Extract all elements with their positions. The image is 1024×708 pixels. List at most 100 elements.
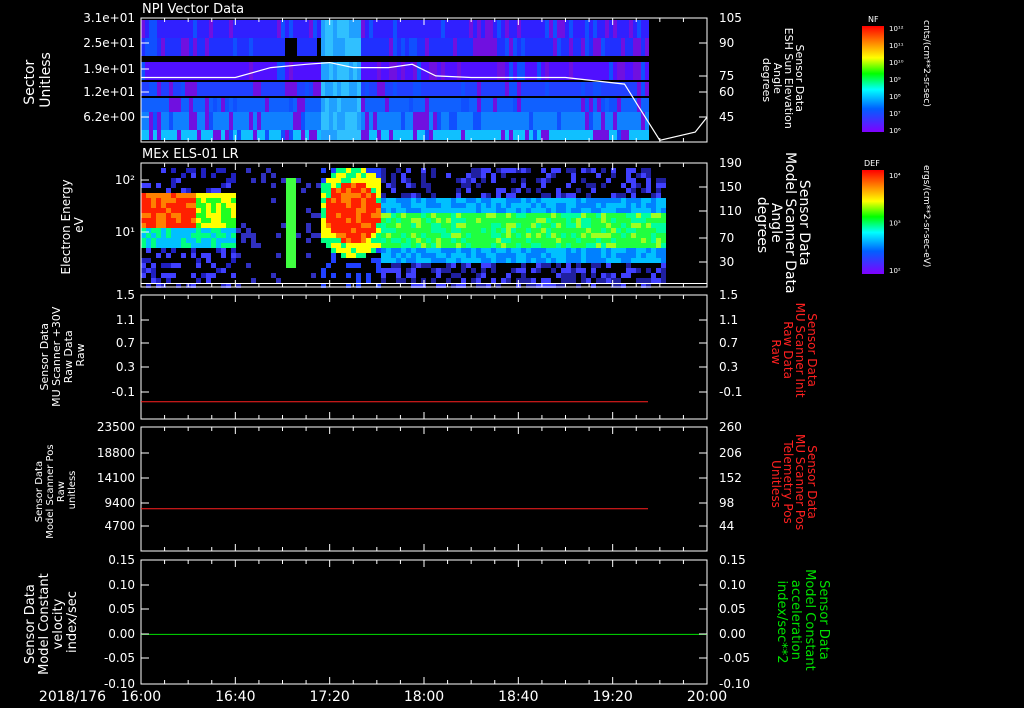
spectrogram-cell xyxy=(476,243,481,248)
spectrogram-cell xyxy=(631,233,636,238)
spectrogram-cell xyxy=(336,183,341,188)
spectrogram-cell xyxy=(331,258,336,263)
spectrogram-cell xyxy=(556,188,561,193)
spectrogram-cell xyxy=(391,238,396,243)
spectrogram-cell xyxy=(341,168,346,173)
colorbar-gradient xyxy=(862,26,884,132)
spectrogram-cell xyxy=(389,62,393,80)
spectrogram-cell xyxy=(531,213,536,218)
spectrogram-cell xyxy=(641,62,645,80)
spectrogram-cell xyxy=(429,130,433,140)
spectrogram-cell xyxy=(331,253,336,258)
spectrogram-cell xyxy=(571,218,576,223)
spectrogram-cell xyxy=(511,268,516,273)
spectrogram-cell xyxy=(526,208,531,213)
spectrogram-cell xyxy=(241,112,245,130)
spectrogram-cell xyxy=(436,213,441,218)
spectrogram-cell xyxy=(591,243,596,248)
spectrogram-cell xyxy=(581,223,586,228)
spectrogram-cell xyxy=(576,238,581,243)
spectrogram-cell xyxy=(661,263,666,268)
spectrogram-cell xyxy=(216,223,221,228)
spectrogram-cell xyxy=(431,218,436,223)
spectrogram-cell xyxy=(473,98,477,112)
spectrogram-cell xyxy=(336,203,341,208)
spectrogram-cell xyxy=(357,112,361,130)
spectrogram-cell xyxy=(366,228,371,233)
spectrogram-cell xyxy=(611,198,616,203)
spectrogram-cell xyxy=(641,233,646,238)
spectrogram-cell xyxy=(151,218,156,223)
spectrogram-cell xyxy=(141,208,146,213)
spectrogram-cell xyxy=(356,248,361,253)
spectrogram-cell xyxy=(381,178,386,183)
spectrogram-cell xyxy=(351,248,356,253)
spectrogram-cell xyxy=(561,130,565,140)
spectrogram-cell xyxy=(311,233,316,238)
spectrogram-cell xyxy=(293,130,297,140)
spectrogram-cell xyxy=(231,233,236,238)
spectrogram-cell xyxy=(385,20,389,38)
spectrogram-cell xyxy=(449,38,453,56)
spectrogram-cell xyxy=(497,130,501,140)
spectrogram-cell xyxy=(446,258,451,263)
spectrogram-cell xyxy=(356,188,361,193)
spectrogram-cell xyxy=(386,258,391,263)
spectrogram-cell xyxy=(386,228,391,233)
spectrogram-cell xyxy=(221,198,226,203)
spectrogram-cell xyxy=(366,203,371,208)
spectrogram-cell xyxy=(369,82,373,96)
spectrogram-cell xyxy=(345,38,349,56)
spectrogram-cell xyxy=(466,263,471,268)
spectrogram-cell xyxy=(516,243,521,248)
spectrogram-cell xyxy=(249,38,253,56)
spectrogram-cell xyxy=(249,20,253,38)
spectrogram-cell xyxy=(351,178,356,183)
spectrogram-cell xyxy=(426,238,431,243)
spectrogram-cell xyxy=(193,38,197,56)
spectrogram-cell xyxy=(525,82,529,96)
spectrogram-cell xyxy=(326,238,331,243)
spectrogram-cell xyxy=(216,233,221,238)
spectrogram-cell xyxy=(656,198,661,203)
spectrogram-cell xyxy=(486,248,491,253)
spectrogram-cell xyxy=(386,243,391,248)
spectrogram-cell xyxy=(221,20,225,38)
spectrogram-cell xyxy=(431,223,436,228)
spectrogram-cell xyxy=(346,188,351,193)
spectrogram-cell xyxy=(146,248,151,253)
spectrogram-cell xyxy=(225,82,229,96)
spectrogram-cell xyxy=(221,238,226,243)
spectrogram-cell xyxy=(561,218,566,223)
spectrogram-cell xyxy=(146,208,151,213)
spectrogram-cell xyxy=(516,218,521,223)
spectrogram-cell xyxy=(191,238,196,243)
spectrogram-cell xyxy=(397,112,401,130)
left-ticks: 0.150.100.050.00-0.05-0.10 xyxy=(104,553,708,691)
spectrogram-cell xyxy=(205,112,209,130)
spectrogram-cell xyxy=(533,82,537,96)
spectrogram-cell xyxy=(496,248,501,253)
spectrogram-cell xyxy=(261,98,265,112)
spectrogram-cell xyxy=(381,268,386,273)
spectrogram-cell xyxy=(346,218,351,223)
spectrogram-cell xyxy=(596,233,601,238)
spectrogram-cell xyxy=(313,112,317,130)
spectrogram-cell xyxy=(431,268,436,273)
spectrogram-cell xyxy=(361,188,366,193)
spectrogram-cell xyxy=(176,243,181,248)
spectrogram-cell xyxy=(397,82,401,96)
spectrogram-cell xyxy=(326,208,331,213)
spectrogram-cell xyxy=(333,62,337,80)
spectrogram-cell xyxy=(189,20,193,38)
spectrogram-cell xyxy=(525,98,529,112)
spectrogram-cell xyxy=(391,263,396,268)
spectrogram-cell xyxy=(661,218,666,223)
spectrogram-cell xyxy=(481,203,486,208)
spectrogram-cell xyxy=(631,268,636,273)
spectrogram-cell xyxy=(593,82,597,96)
spectrogram-cell xyxy=(589,38,593,56)
spectrogram-cell xyxy=(536,188,541,193)
spectrogram-cell xyxy=(366,168,371,173)
spectrogram-cell xyxy=(549,98,553,112)
